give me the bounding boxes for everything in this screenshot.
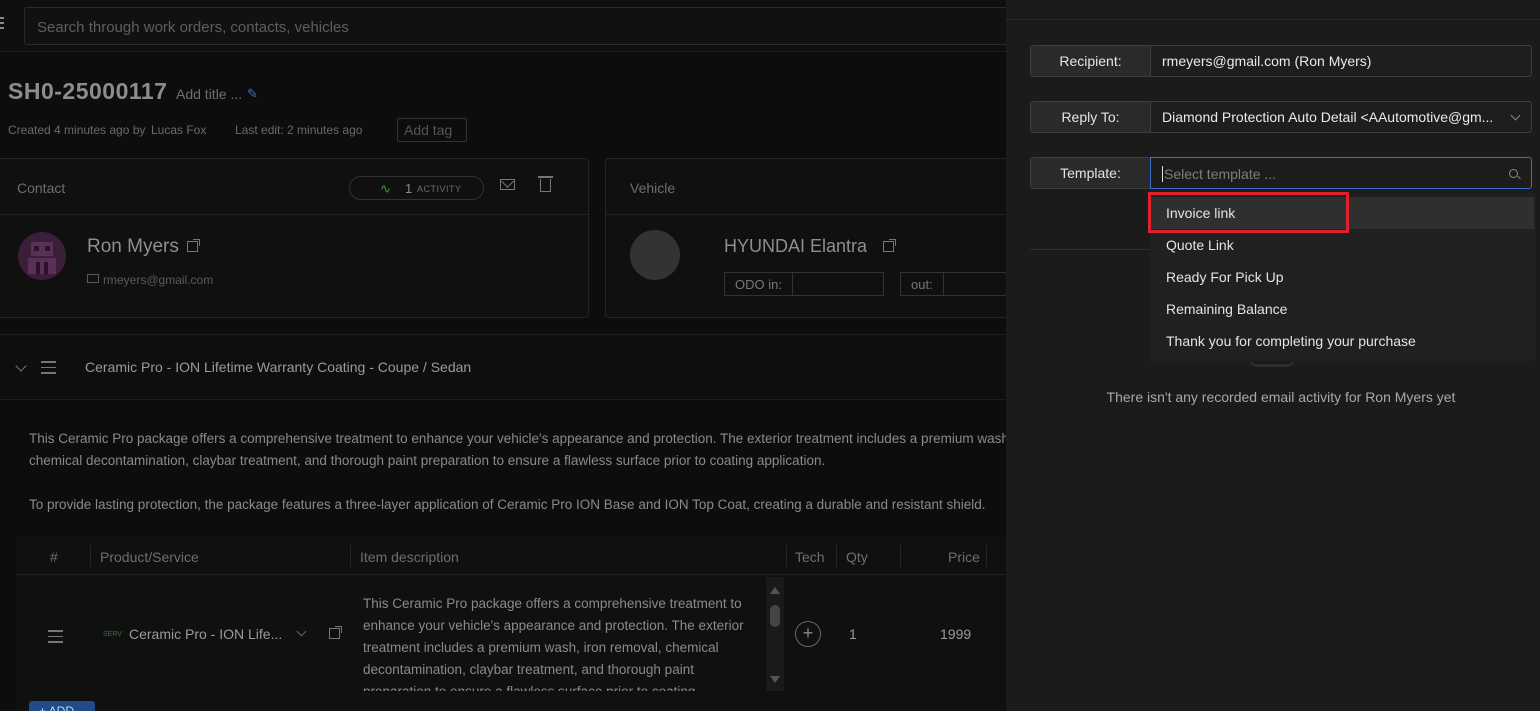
col-header-qty: Qty: [846, 549, 868, 565]
row-product-name[interactable]: Ceramic Pro - ION Life...: [129, 626, 282, 642]
contact-external-link-icon[interactable]: [187, 239, 200, 252]
row-item-description[interactable]: This Ceramic Pro package offers a compre…: [363, 593, 759, 691]
empty-activity-message: There isn't any recorded email activity …: [1106, 389, 1456, 405]
scroll-thumb[interactable]: [770, 605, 780, 627]
reply-to-value: Diamond Protection Auto Detail <AAutomot…: [1162, 109, 1494, 125]
chevron-down-icon[interactable]: [1510, 110, 1521, 121]
collapse-chevron-icon[interactable]: [15, 360, 27, 372]
vehicle-name[interactable]: HYUNDAI Elantra: [724, 236, 867, 257]
template-search-input[interactable]: Select template ...: [1150, 157, 1532, 189]
template-option-ready-for-pick-up[interactable]: Ready For Pick Up: [1150, 261, 1534, 293]
contact-card-title: Contact: [17, 180, 66, 196]
contact-card-header: Contact ∿ 1 ACTIVITY: [0, 159, 588, 215]
app-root: { "header": { "search_placeholder": "Sea…: [0, 0, 1540, 711]
recipient-label: Recipient:: [1030, 45, 1151, 77]
template-option-quote-link[interactable]: Quote Link: [1150, 229, 1534, 261]
template-option-remaining-balance[interactable]: Remaining Balance: [1150, 293, 1534, 325]
add-line-button[interactable]: + ADD: [29, 701, 95, 711]
row-drag-handle-icon[interactable]: [48, 630, 63, 647]
service-description-line: This Ceramic Pro package offers a compre…: [29, 431, 1019, 446]
service-title: Ceramic Pro - ION Lifetime Warranty Coat…: [85, 359, 472, 375]
drag-handle-icon[interactable]: [41, 361, 56, 378]
trash-icon[interactable]: [538, 176, 553, 192]
col-header-price: Price: [948, 549, 980, 565]
odo-out-label: out:: [901, 273, 944, 295]
last-edit-meta: Last edit: 2 minutes ago: [235, 123, 363, 137]
odo-out-field[interactable]: out:: [900, 272, 1020, 296]
col-header-tech: Tech: [795, 549, 825, 565]
activity-badge[interactable]: ∿ 1 ACTIVITY: [349, 176, 484, 200]
text-caret: [1162, 166, 1163, 182]
reply-to-label: Reply To:: [1030, 101, 1151, 133]
service-description-line: chemical decontamination, claybar treatm…: [29, 453, 826, 468]
activity-label: ACTIVITY: [417, 184, 462, 194]
description-scrollbar[interactable]: [766, 577, 784, 691]
row-price[interactable]: 1999: [940, 626, 971, 642]
top-bar: Search through work orders, contacts, ve…: [0, 0, 1014, 52]
template-label: Template:: [1030, 157, 1151, 189]
vehicle-card-header: Vehicle: [606, 159, 1024, 215]
scroll-down-icon[interactable]: [770, 676, 780, 683]
row-qty[interactable]: 1: [849, 626, 857, 642]
search-placeholder: Search through work orders, contacts, ve…: [37, 19, 349, 36]
add-title-link[interactable]: Add title ...: [176, 86, 242, 102]
pencil-icon[interactable]: ✎: [247, 86, 261, 101]
created-meta: Created 4 minutes ago by: [8, 123, 146, 137]
search-icon: [1509, 169, 1518, 178]
activity-count: 1: [405, 181, 413, 196]
service-row: Ceramic Pro - ION Lifetime Warranty Coat…: [0, 334, 1006, 400]
col-header-product: Product/Service: [100, 549, 199, 565]
panel-top-bar: [1006, 0, 1540, 20]
odo-in-label: ODO in:: [725, 273, 793, 295]
template-option-thank-you[interactable]: Thank you for completing your purchase: [1150, 325, 1534, 357]
email-panel: Recipient: rmeyers@gmail.com (Ron Myers)…: [1006, 0, 1540, 711]
line-items-table: # Product/Service Item description Tech …: [16, 537, 1006, 711]
vehicle-avatar: [630, 230, 680, 280]
menu-icon[interactable]: [0, 17, 4, 33]
reply-to-select[interactable]: Diamond Protection Auto Detail <AAutomot…: [1150, 101, 1532, 133]
email-small-icon: [87, 274, 99, 283]
work-order-number: SH0-25000117: [8, 78, 168, 104]
col-header-number: #: [50, 549, 58, 565]
add-tech-button[interactable]: +: [795, 621, 821, 647]
contact-name[interactable]: Ron Myers: [87, 236, 179, 258]
global-search-input[interactable]: Search through work orders, contacts, ve…: [24, 7, 1014, 45]
highlight-annotation-box: [1148, 192, 1349, 233]
odo-in-field[interactable]: ODO in:: [724, 272, 884, 296]
col-header-description: Item description: [360, 549, 459, 565]
product-external-link-icon[interactable]: [329, 626, 342, 639]
vehicle-external-link-icon[interactable]: [883, 239, 896, 252]
product-dropdown-chevron-icon[interactable]: [296, 626, 307, 637]
mail-icon[interactable]: [500, 179, 515, 190]
service-description-line: To provide lasting protection, the packa…: [29, 497, 986, 512]
vehicle-card-title: Vehicle: [630, 180, 676, 196]
scroll-up-icon[interactable]: [770, 587, 780, 594]
template-placeholder: Select template ...: [1164, 166, 1277, 182]
created-by-user[interactable]: Lucas Fox: [151, 123, 206, 137]
contact-email: rmeyers@gmail.com: [103, 273, 214, 287]
service-type-tag: SERV: [103, 631, 122, 638]
activity-pulse-icon: ∿: [380, 181, 391, 196]
recipient-field[interactable]: rmeyers@gmail.com (Ron Myers): [1150, 45, 1532, 77]
add-tag-button[interactable]: Add tag: [397, 118, 467, 142]
contact-avatar: [18, 232, 66, 280]
